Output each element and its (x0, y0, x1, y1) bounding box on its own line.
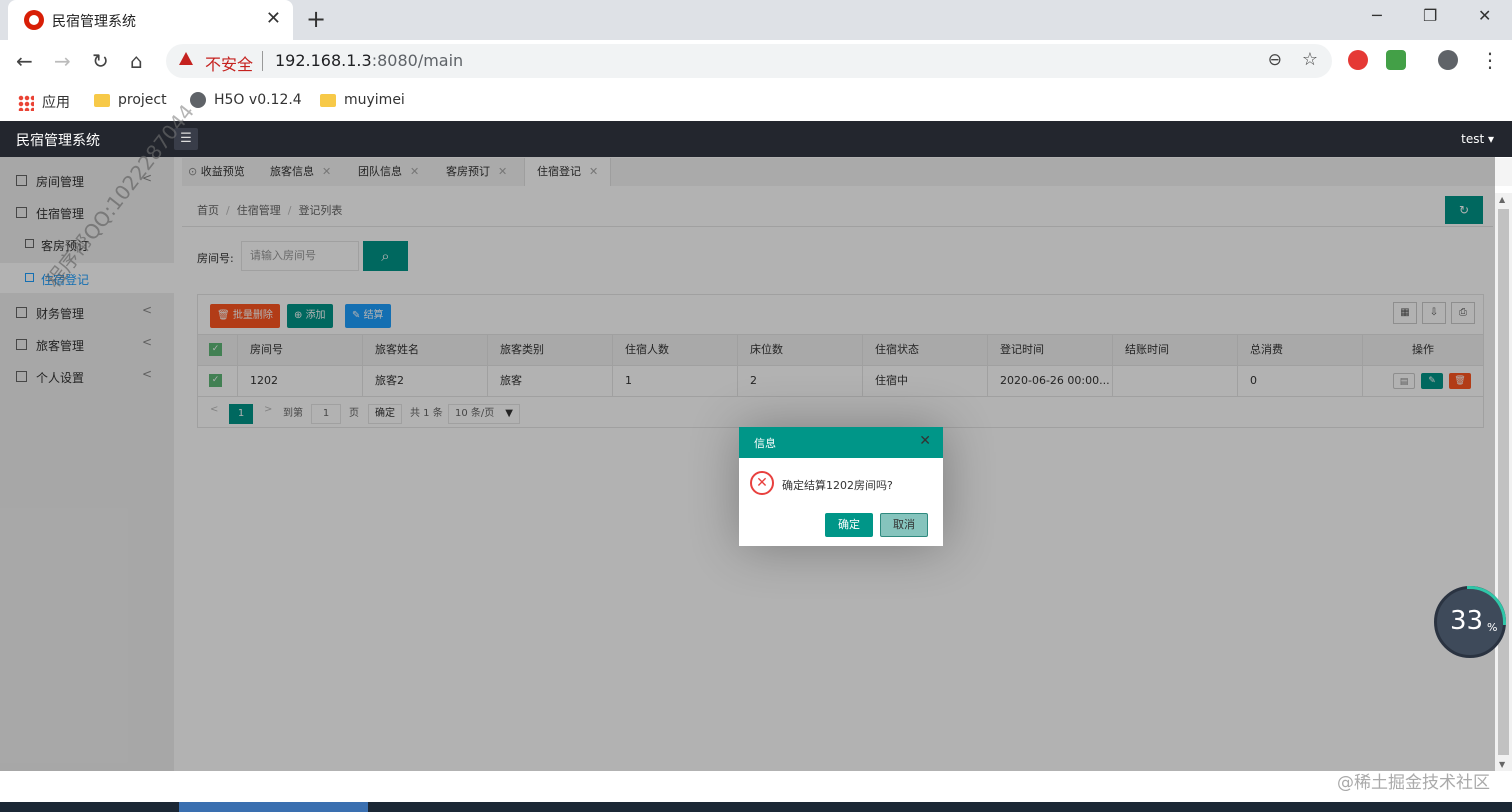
close-icon[interactable]: ✕ (919, 433, 931, 449)
zoom-icon[interactable]: ⊖ (1268, 50, 1282, 70)
confirm-button[interactable]: 确定 (825, 513, 873, 537)
url-text: 192.168.1.3:8080/main (275, 51, 464, 70)
window-close-icon[interactable]: ✕ (1478, 6, 1491, 25)
reload-icon[interactable]: ↻ (92, 49, 109, 73)
bookmarks-bar: 应用 project H5O v0.12.4 muyimei (0, 82, 1512, 121)
adblock-extension-icon[interactable] (1348, 50, 1368, 70)
bookmark-star-icon[interactable]: ☆ (1302, 49, 1318, 70)
folder-icon (320, 93, 336, 107)
bookmark-project[interactable]: project (94, 92, 167, 108)
app-brand: 民宿管理系统 (16, 133, 100, 149)
dialog-title: 信息 (754, 437, 776, 450)
confirm-dialog: 信息 ✕ ✕ 确定结算1202房间吗? 确定 取消 (739, 427, 943, 546)
shield-extension-icon[interactable] (1386, 50, 1406, 70)
speed-progress-ball[interactable]: 33 % (1434, 586, 1506, 658)
browser-tab[interactable]: 民宿管理系统 ✕ (8, 0, 293, 40)
bookmark-muyimei[interactable]: muyimei (320, 92, 405, 108)
url-field[interactable]: 不安全 192.168.1.3:8080/main ⊖ ☆ (166, 44, 1332, 78)
minimize-icon[interactable]: ─ (1372, 6, 1382, 25)
browser-tab-title: 民宿管理系统 (52, 14, 136, 30)
bookmark-h5o[interactable]: H5O v0.12.4 (190, 92, 302, 108)
error-icon: ✕ (750, 471, 774, 495)
site-favicon-icon (24, 10, 44, 30)
folder-icon (94, 93, 110, 107)
security-label[interactable]: 不安全 (205, 51, 253, 75)
forward-icon[interactable]: → (54, 49, 71, 73)
address-bar-row: ← → ↻ ⌂ 不安全 192.168.1.3:8080/main ⊖ ☆ ⋮ (0, 40, 1512, 82)
app-header: 民宿管理系统 ☰ test ▾ (0, 121, 1512, 157)
cancel-button[interactable]: 取消 (880, 513, 928, 537)
footer-watermark: @稀土掘金技术社区 (1337, 773, 1490, 793)
globe-icon (190, 92, 206, 108)
warning-icon (179, 52, 193, 65)
dialog-message: 确定结算1202房间吗? (782, 479, 893, 492)
back-icon[interactable]: ← (16, 49, 33, 73)
user-menu[interactable]: test ▾ (1461, 132, 1494, 146)
apps-grid-icon (18, 95, 34, 111)
page-scrollbar[interactable]: ▲ ▼ (1495, 193, 1512, 771)
restore-icon[interactable]: ❐ (1423, 6, 1437, 25)
new-tab-icon[interactable]: + (306, 5, 326, 33)
browser-tabstrip: 民宿管理系统 ✕ + ─ ❐ ✕ (0, 0, 1512, 40)
home-icon[interactable]: ⌂ (130, 49, 143, 73)
bookmark-apps[interactable]: 应用 (18, 92, 70, 112)
dialog-header: 信息 ✕ (739, 427, 943, 458)
os-taskbar (0, 802, 1512, 812)
close-tab-icon[interactable]: ✕ (266, 8, 281, 29)
profile-icon[interactable] (1438, 50, 1458, 70)
menu-dots-icon[interactable]: ⋮ (1480, 48, 1500, 72)
